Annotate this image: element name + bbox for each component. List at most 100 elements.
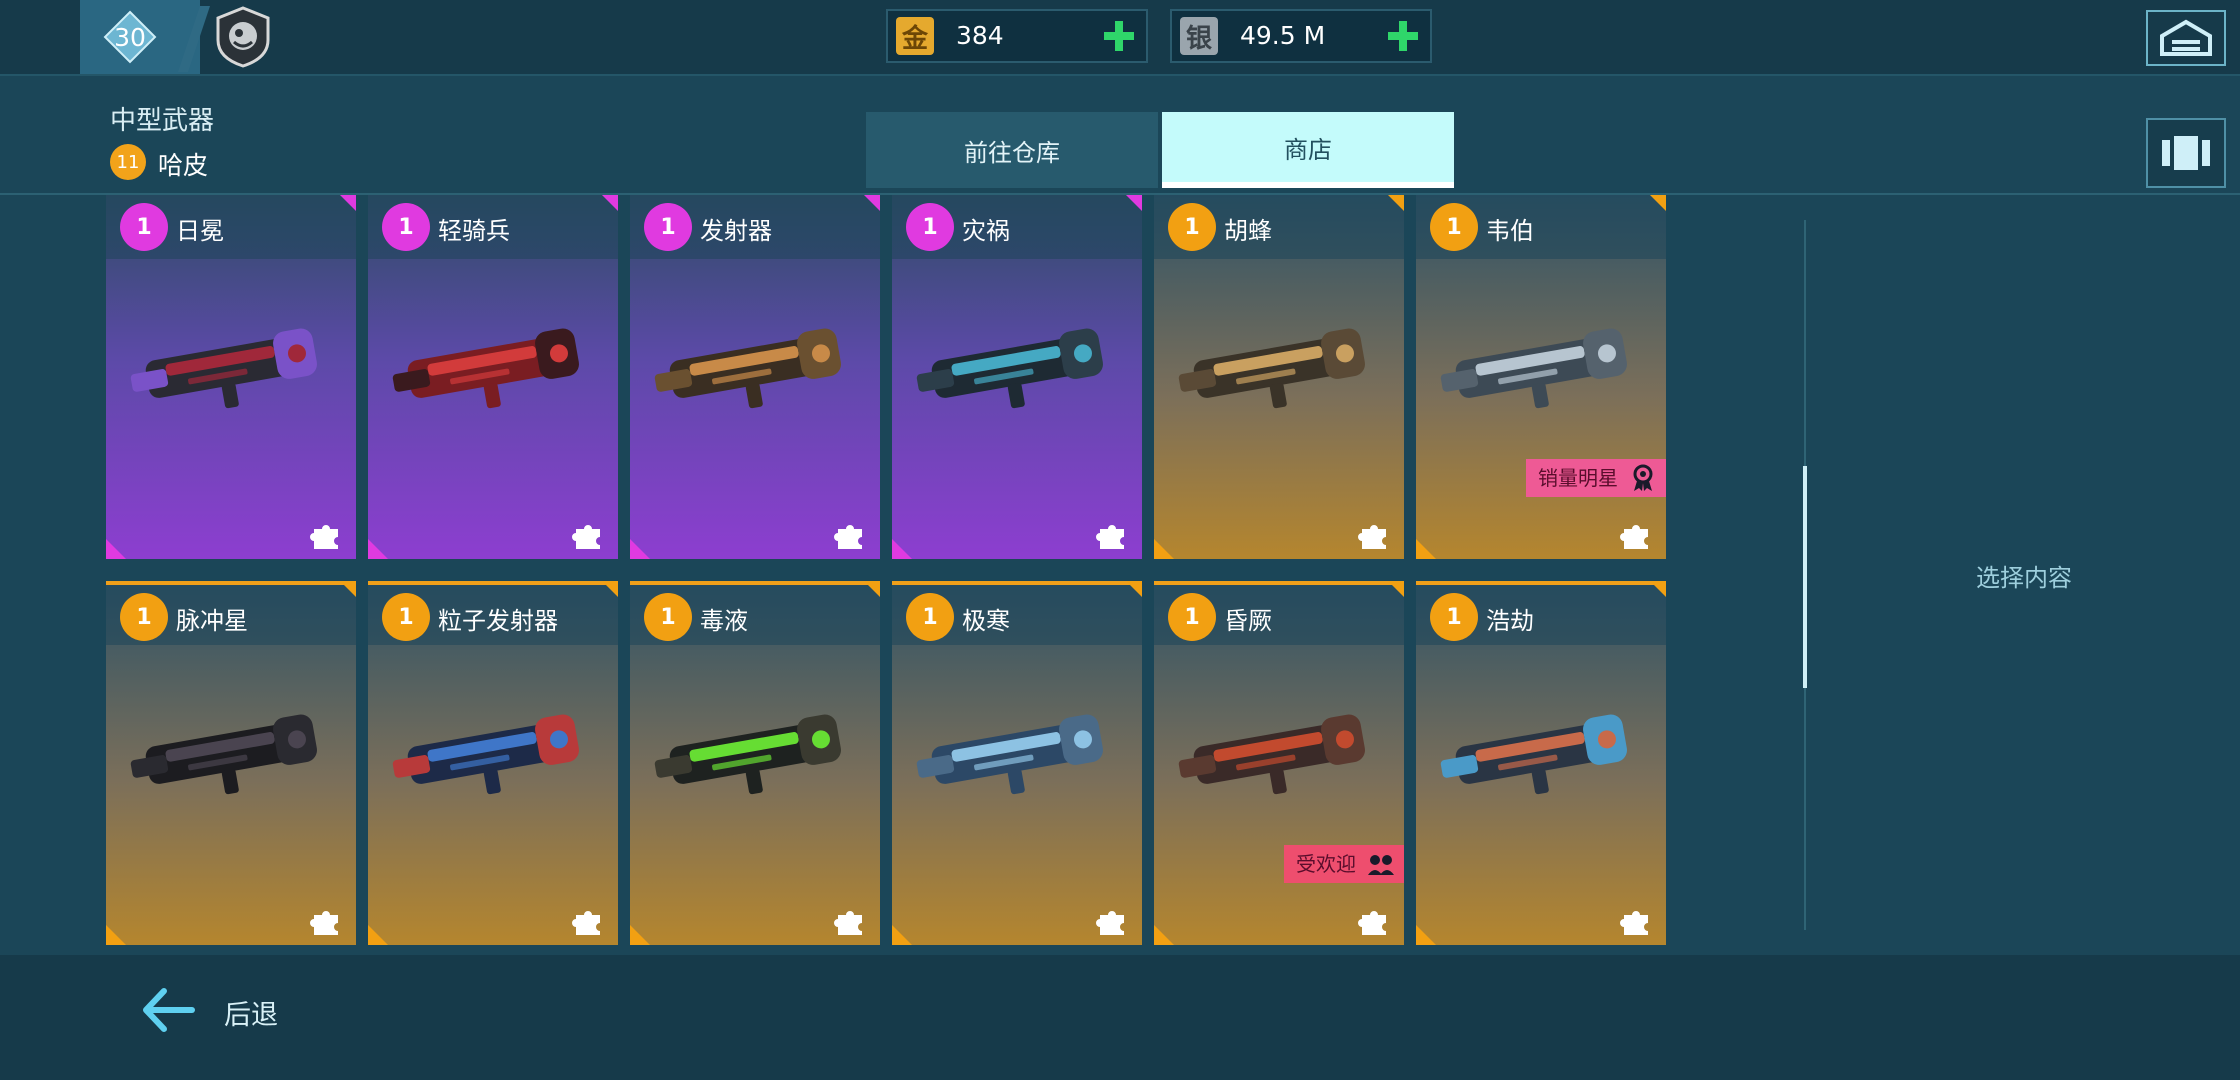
pilot-level-badge: 11 xyxy=(110,144,146,180)
weapon-card-header: 1 轻骑兵 xyxy=(368,195,618,259)
rarity-corner-icon xyxy=(630,539,650,559)
weapon-card-header: 1 毒液 xyxy=(630,581,880,645)
weapon-name: 发射器 xyxy=(700,217,772,245)
tag-label: 销量明星 xyxy=(1538,466,1618,490)
weapon-image xyxy=(654,714,841,795)
weapon-level-badge: 1 xyxy=(906,593,954,641)
medal-icon xyxy=(1633,464,1653,491)
rarity-corner-icon xyxy=(602,581,618,597)
add-silver-plus-icon[interactable] xyxy=(1384,17,1422,55)
weapon-card-header: 1 昏厥 xyxy=(1154,581,1404,645)
tab-shop[interactable]: 商店 xyxy=(1162,112,1454,188)
rarity-corner-icon xyxy=(892,925,912,945)
player-level: 30 xyxy=(114,22,146,52)
tab-warehouse[interactable]: 前往仓库 xyxy=(866,112,1158,188)
popular-tag: 受欢迎 xyxy=(1284,845,1404,883)
weapon-name: 灾祸 xyxy=(962,217,1010,245)
weapon-level-badge: 1 xyxy=(120,203,168,251)
weapon-name: 浩劫 xyxy=(1486,607,1534,635)
blueprint-puzzle-icon xyxy=(1358,525,1386,549)
weapon-card-header: 1 胡蜂 xyxy=(1154,195,1404,259)
weapon-card-header: 1 韦伯 xyxy=(1416,195,1666,259)
rarity-corner-icon xyxy=(340,195,356,211)
weapon-card-header: 1 日冕 xyxy=(106,195,356,259)
rarity-corner-icon xyxy=(368,539,388,559)
rarity-corner-icon xyxy=(1416,925,1436,945)
weapon-card[interactable]: 1 浩劫 xyxy=(1416,581,1666,945)
weapon-name: 脉冲星 xyxy=(176,607,248,635)
weapon-card-header: 1 灾祸 xyxy=(892,195,1142,259)
rarity-corner-icon xyxy=(892,539,912,559)
rarity-corner-icon xyxy=(1416,539,1436,559)
weapon-image xyxy=(392,328,579,409)
rarity-corner-icon xyxy=(1154,539,1174,559)
rarity-corner-icon xyxy=(106,539,126,559)
category-title: 中型武器 xyxy=(110,106,215,136)
rarity-corner-icon xyxy=(1650,581,1666,597)
weapon-level-badge: 1 xyxy=(906,203,954,251)
weapon-name: 极寒 xyxy=(962,607,1010,635)
blueprint-puzzle-icon xyxy=(1358,911,1386,935)
rank-shield-icon[interactable] xyxy=(210,4,276,70)
divider-slash xyxy=(178,6,210,72)
weapon-image xyxy=(1178,714,1365,795)
weapon-card[interactable]: 1 日冕 xyxy=(106,195,356,559)
rarity-corner-icon xyxy=(630,925,650,945)
blueprint-puzzle-icon xyxy=(310,911,338,935)
weapon-card-header: 1 极寒 xyxy=(892,581,1142,645)
side-panel-button[interactable] xyxy=(2146,118,2226,188)
rarity-corner-icon xyxy=(1126,195,1142,211)
silver-amount: 49.5 M xyxy=(1240,21,1326,50)
scrollbar-thumb[interactable] xyxy=(1803,466,1807,688)
rarity-corner-icon xyxy=(340,581,356,597)
hangar-home-button[interactable] xyxy=(2146,10,2226,66)
rarity-corner-icon xyxy=(106,925,126,945)
weapon-card-header: 1 粒子发射器 xyxy=(368,581,618,645)
weapon-level-badge: 1 xyxy=(1168,593,1216,641)
weapon-card[interactable]: 1 脉冲星 xyxy=(106,581,356,945)
pilot-name: 哈皮 xyxy=(158,151,209,180)
rarity-corner-icon xyxy=(1650,195,1666,211)
weapon-image xyxy=(1178,328,1365,409)
weapon-name: 昏厥 xyxy=(1224,607,1272,635)
blueprint-puzzle-icon xyxy=(572,911,600,935)
weapon-image xyxy=(654,328,841,409)
gold-amount: 384 xyxy=(956,21,1004,50)
people-icon xyxy=(1368,855,1394,875)
weapon-card[interactable]: 1 粒子发射器 xyxy=(368,581,618,945)
weapon-image xyxy=(392,714,579,795)
weapon-level-badge: 1 xyxy=(1168,203,1216,251)
rarity-corner-icon xyxy=(602,195,618,211)
weapon-card-header: 1 浩劫 xyxy=(1416,581,1666,645)
weapon-image xyxy=(1440,714,1627,795)
weapon-card[interactable]: 1 昏厥 受欢迎 xyxy=(1154,581,1404,945)
weapon-card[interactable]: 1 灾祸 xyxy=(892,195,1142,559)
weapon-level-badge: 1 xyxy=(1430,203,1478,251)
add-gold-plus-icon[interactable] xyxy=(1100,17,1138,55)
weapon-card[interactable]: 1 极寒 xyxy=(892,581,1142,945)
weapon-slots-icon xyxy=(2162,136,2210,170)
weapon-card[interactable]: 1 韦伯 销量明星 xyxy=(1416,195,1666,559)
back-arrow-icon[interactable] xyxy=(138,985,198,1035)
rarity-corner-icon xyxy=(864,581,880,597)
blueprint-puzzle-icon xyxy=(1620,525,1648,549)
weapon-card[interactable]: 1 发射器 xyxy=(630,195,880,559)
blueprint-puzzle-icon xyxy=(1620,911,1648,935)
weapon-card[interactable]: 1 胡蜂 xyxy=(1154,195,1404,559)
rarity-corner-icon xyxy=(1126,581,1142,597)
silver-currency-icon: 银 xyxy=(1180,17,1218,55)
weapon-card[interactable]: 1 毒液 xyxy=(630,581,880,945)
weapon-card[interactable]: 1 轻骑兵 xyxy=(368,195,618,559)
weapon-image xyxy=(916,714,1103,795)
weapon-image xyxy=(1440,328,1627,409)
blueprint-puzzle-icon xyxy=(572,525,600,549)
weapon-name: 轻骑兵 xyxy=(438,217,510,245)
best-seller-tag: 销量明星 xyxy=(1526,459,1666,497)
rarity-corner-icon xyxy=(1388,195,1404,211)
gold-currency-icon: 金 xyxy=(896,17,934,55)
weapon-image xyxy=(916,328,1103,409)
weapon-level-badge: 1 xyxy=(644,593,692,641)
weapon-level-badge: 1 xyxy=(382,593,430,641)
back-button[interactable]: 后退 xyxy=(224,993,278,1032)
blueprint-puzzle-icon xyxy=(1096,911,1124,935)
